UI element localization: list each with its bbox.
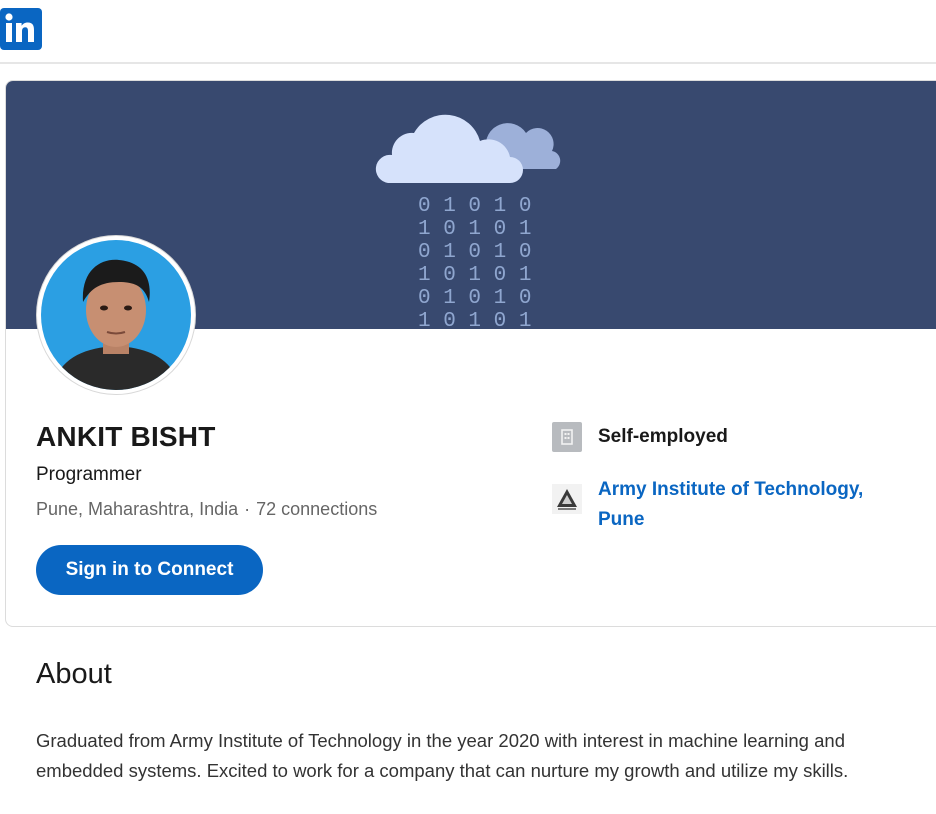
- profile-location: Pune, Maharashtra, India: [36, 499, 239, 519]
- linkedin-logo-icon[interactable]: [0, 8, 42, 50]
- binary-row: 1 0 1 0 1: [418, 264, 531, 287]
- connections-count: 72 connections: [256, 499, 378, 519]
- sign-in-to-connect-button[interactable]: Sign in to Connect: [36, 545, 263, 595]
- avatar[interactable]: [37, 236, 195, 394]
- school-link[interactable]: Army Institute of Technology, Pune: [598, 475, 898, 535]
- current-company[interactable]: Self-employed: [598, 426, 728, 448]
- about-text: Graduated from Army Institute of Technol…: [36, 730, 849, 781]
- binary-row: 0 1 0 1 0: [418, 287, 531, 310]
- cloud-binary-icon: 0 1 0 1 0 1 0 1 0 1 0 1 0 1 0 1 0 1 0 1 …: [375, 114, 561, 329]
- binary-row: 1 0 1 0 1: [418, 310, 531, 329]
- separator: ·: [244, 499, 251, 519]
- about-heading: About: [36, 658, 112, 690]
- binary-row: 0 1 0 1 0: [418, 241, 531, 264]
- profile-headline: Programmer: [36, 464, 142, 485]
- binary-row: 1 0 1 0 1: [418, 218, 531, 241]
- building-icon: [552, 422, 582, 452]
- profile-card: 0 1 0 1 0 1 0 1 0 1 0 1 0 1 0 1 0 1 0 1 …: [5, 80, 936, 627]
- location-row: Pune, Maharashtra, India · 72 connections: [36, 499, 377, 520]
- binary-row: 0 1 0 1 0: [418, 195, 531, 218]
- profile-name: ANKIT BISHT: [36, 421, 216, 452]
- top-bar: [0, 0, 936, 64]
- school-logo-icon: [552, 484, 582, 514]
